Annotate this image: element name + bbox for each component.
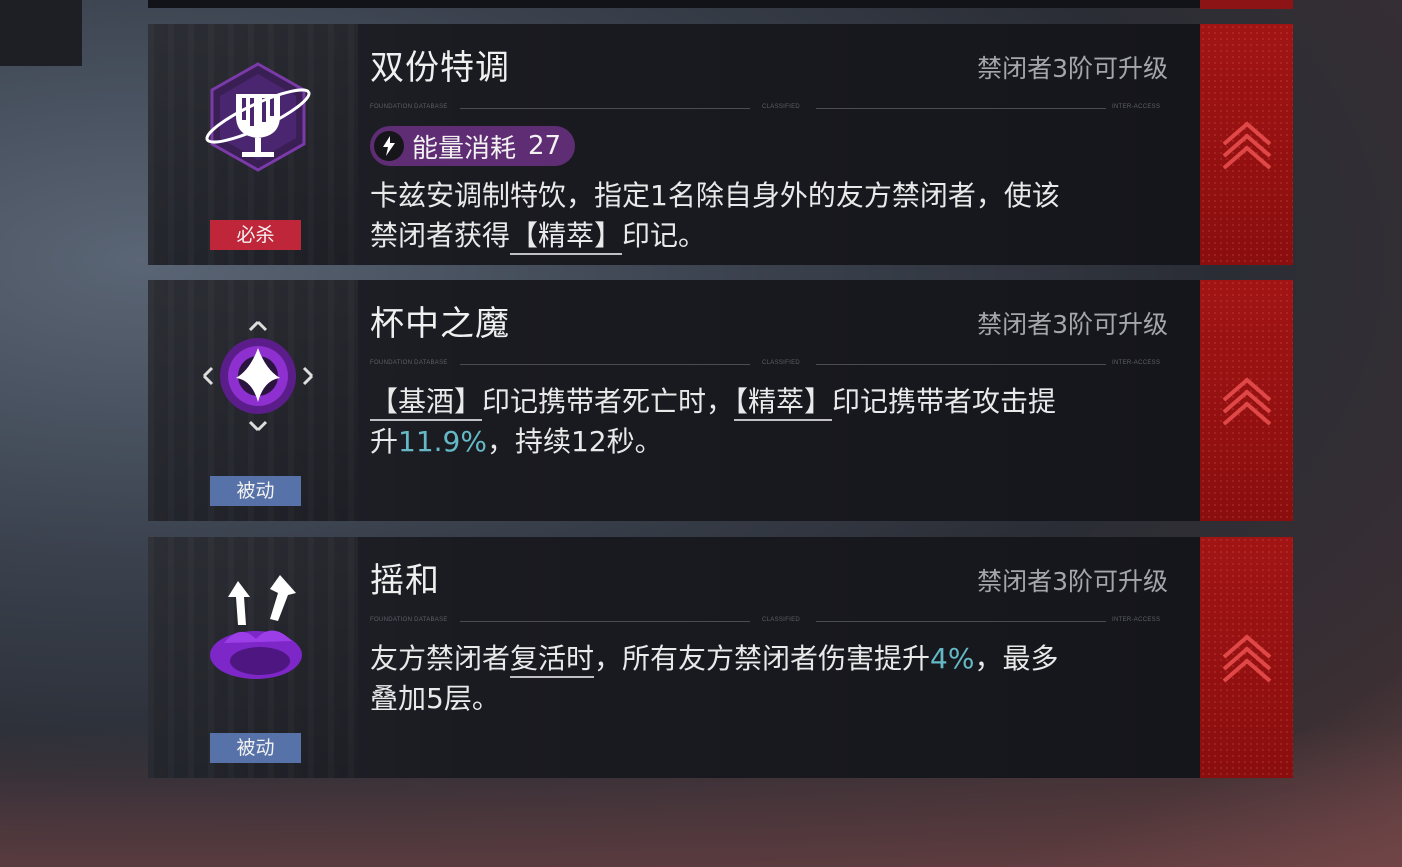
skill-description: 友方禁闭者复活时，所有友方禁闭者伤害提升4%，最多 叠加5层。 xyxy=(370,639,1170,719)
skill-type-tag: 被动 xyxy=(210,733,301,763)
shaker-burst-icon xyxy=(200,573,316,689)
skill-card-2: 被动 杯中之魔 禁闭者3阶可升级 FOUNDATION DATABASE CLA… xyxy=(148,280,1293,521)
previous-card-upgrade-edge xyxy=(1200,0,1293,9)
section-divider: FOUNDATION DATABASE CLASSIFIED INTER-ACC… xyxy=(370,360,1170,370)
highlight-value: 4% xyxy=(930,642,975,675)
energy-cost-label: 能量消耗 xyxy=(412,133,517,164)
keyword-revive-link[interactable]: 复活时 xyxy=(510,642,595,678)
skill-card-1: 必杀 双份特调 禁闭者3阶可升级 FOUNDATION DATABASE CLA… xyxy=(148,24,1293,265)
divider-label-mid: CLASSIFIED xyxy=(762,104,801,110)
description-line: 友方禁闭者复活时，所有友方禁闭者伤害提升4%，最多 xyxy=(370,639,1170,679)
upgrade-note: 禁闭者3阶可升级 xyxy=(977,567,1168,596)
previous-card-edge xyxy=(148,0,1200,8)
description-line: 卡兹安调制特饮，指定1名除自身外的友方禁闭者，使该 xyxy=(370,179,1060,212)
skill-description: 卡兹安调制特饮，指定1名除自身外的友方禁闭者，使该 禁闭者获得【精萃】印记。 xyxy=(370,176,1170,256)
keyword-essence-link[interactable]: 【精萃】 xyxy=(734,385,833,421)
demon-sigil-icon xyxy=(200,318,316,434)
skill-type-tag: 必杀 xyxy=(210,220,301,250)
double-chevron-up-icon xyxy=(1222,634,1272,683)
double-chevron-up-icon xyxy=(1222,121,1272,170)
upgrade-button[interactable] xyxy=(1200,537,1293,778)
section-divider: FOUNDATION DATABASE CLASSIFIED INTER-ACC… xyxy=(370,617,1170,627)
description-line: 升11.9%，持续12秒。 xyxy=(370,425,663,458)
upgrade-note: 禁闭者3阶可升级 xyxy=(977,54,1168,83)
description-line: 叠加5层。 xyxy=(370,682,500,715)
divider-label-right: INTER-ACCESS xyxy=(1112,360,1161,366)
upgrade-button[interactable] xyxy=(1200,280,1293,521)
description-line: 【基酒】印记携带者死亡时，【精萃】印记携带者攻击提 xyxy=(370,382,1170,422)
keyword-essence-link[interactable]: 【精萃】 xyxy=(510,219,623,255)
divider-label-left: FOUNDATION DATABASE xyxy=(370,360,448,366)
skill-type-tag: 被动 xyxy=(210,476,301,506)
skill-name: 杯中之魔 xyxy=(370,304,510,344)
chalice-icon xyxy=(200,60,316,176)
background-block xyxy=(0,0,82,66)
description-line: 禁闭者获得【精萃】印记。 xyxy=(370,216,1170,256)
double-chevron-up-icon xyxy=(1222,377,1272,426)
divider-label-left: FOUNDATION DATABASE xyxy=(370,104,448,110)
energy-cost-badge: 能量消耗 27 xyxy=(370,126,576,166)
skill-card-3: 被动 摇和 禁闭者3阶可升级 FOUNDATION DATABASE CLASS… xyxy=(148,537,1293,778)
skill-description: 【基酒】印记携带者死亡时，【精萃】印记携带者攻击提 升11.9%，持续12秒。 xyxy=(370,382,1170,462)
skill-name: 摇和 xyxy=(370,561,440,601)
section-divider: FOUNDATION DATABASE CLASSIFIED INTER-ACC… xyxy=(370,104,1170,114)
skill-name: 双份特调 xyxy=(370,48,510,88)
divider-label-mid: CLASSIFIED xyxy=(762,360,801,366)
divider-label-right: INTER-ACCESS xyxy=(1112,617,1161,623)
upgrade-note: 禁闭者3阶可升级 xyxy=(977,310,1168,339)
keyword-base-spirit-link[interactable]: 【基酒】 xyxy=(370,385,483,421)
upgrade-button[interactable] xyxy=(1200,24,1293,265)
highlight-value: 11.9% xyxy=(398,425,487,458)
lightning-icon xyxy=(374,131,404,161)
divider-label-left: FOUNDATION DATABASE xyxy=(370,617,448,623)
divider-label-right: INTER-ACCESS xyxy=(1112,104,1161,110)
divider-label-mid: CLASSIFIED xyxy=(762,617,801,623)
energy-cost-value: 27 xyxy=(528,131,562,161)
